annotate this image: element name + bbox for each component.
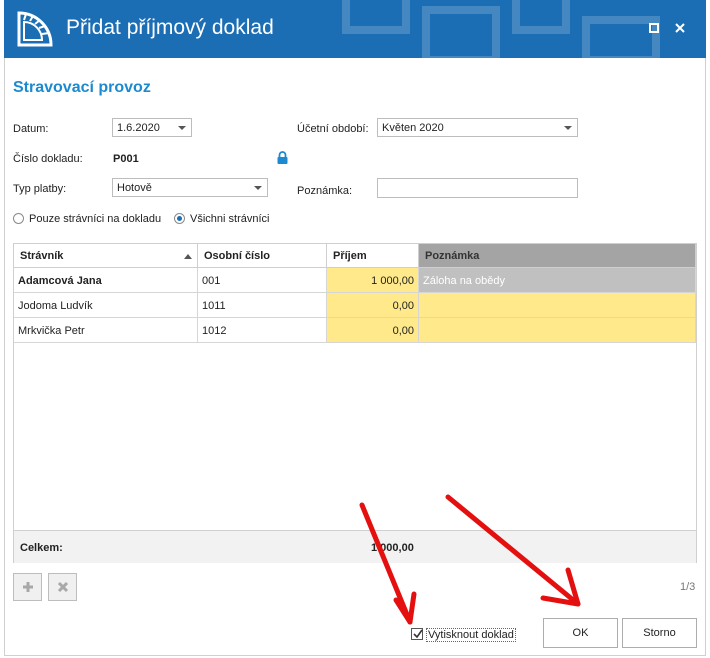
chevron-down-icon xyxy=(178,126,186,130)
checkmark-icon xyxy=(413,629,423,639)
chevron-down-icon xyxy=(254,186,262,190)
poznamka-label: Poznámka: xyxy=(297,185,353,197)
datum-label: Datum: xyxy=(13,123,49,135)
window-title: Přidat příjmový doklad xyxy=(66,16,274,39)
title-bar-pattern xyxy=(342,0,660,58)
close-icon xyxy=(675,23,685,33)
table-cell-cislo[interactable]: 1011 xyxy=(198,293,327,318)
datum-value: 1.6.2020 xyxy=(117,122,160,134)
section-title: Stravovací provoz xyxy=(13,79,151,96)
ok-button[interactable]: OK xyxy=(543,618,618,648)
table-cell-stravnik[interactable]: Mrkvička Petr xyxy=(14,318,198,343)
obdobi-combo[interactable]: Květen 2020 xyxy=(377,118,578,137)
table-cell-prijem[interactable]: 0,00 xyxy=(327,318,419,343)
total-label: Celkem: xyxy=(20,542,63,554)
add-row-button[interactable] xyxy=(13,573,42,601)
column-header-poznamka[interactable]: Poznámka xyxy=(419,244,696,268)
column-header-cislo[interactable]: Osobní číslo xyxy=(198,244,327,268)
cislo-value: P001 xyxy=(113,153,139,165)
table-cell-prijem[interactable]: 1 000,00 xyxy=(327,268,419,293)
table-cell-cislo[interactable]: 001 xyxy=(198,268,327,293)
sort-ascending-icon xyxy=(184,254,192,259)
column-header-prijem[interactable]: Příjem xyxy=(327,244,419,268)
radio-pouze[interactable] xyxy=(13,213,24,224)
pager: 1/3 xyxy=(680,581,696,593)
grid-footer: Celkem: 1 000,00 xyxy=(14,530,696,563)
chevron-down-icon xyxy=(564,126,572,130)
lock-icon[interactable] xyxy=(277,151,288,164)
delete-icon xyxy=(57,581,68,593)
poznamka-input[interactable] xyxy=(377,178,578,198)
print-checkbox[interactable] xyxy=(411,628,423,640)
table-cell-cislo[interactable]: 1012 xyxy=(198,318,327,343)
total-value: 1 000,00 xyxy=(371,542,414,554)
data-grid: Strávník Osobní číslo Příjem Poznámka Ad… xyxy=(13,243,697,563)
obdobi-value: Květen 2020 xyxy=(382,122,444,134)
maximize-icon xyxy=(649,23,659,33)
radio-vsichni[interactable] xyxy=(174,213,185,224)
print-checkbox-label[interactable]: Vytisknout doklad xyxy=(426,628,516,642)
table-cell-poznamka[interactable] xyxy=(419,293,696,318)
plus-icon xyxy=(22,582,33,592)
close-button[interactable] xyxy=(670,18,690,38)
storno-button[interactable]: Storno xyxy=(622,618,697,648)
cislo-label: Číslo dokladu: xyxy=(13,153,83,165)
typ-value: Hotově xyxy=(117,182,152,194)
table-cell-stravnik[interactable]: Adamcová Jana xyxy=(14,268,198,293)
table-cell-stravnik[interactable]: Jodoma Ludvík xyxy=(14,293,198,318)
radio-vsichni-label[interactable]: Všichni strávníci xyxy=(190,213,269,225)
maximize-button[interactable] xyxy=(644,18,664,38)
title-bar: Přidat příjmový doklad xyxy=(4,0,706,58)
column-header-label: Strávník xyxy=(20,250,64,262)
column-header-stravnik[interactable]: Strávník xyxy=(14,244,198,268)
obdobi-label: Účetní období: xyxy=(297,123,369,135)
datum-combo[interactable]: 1.6.2020 xyxy=(112,118,192,137)
table-cell-prijem[interactable]: 0,00 xyxy=(327,293,419,318)
table-cell-poznamka[interactable]: Záloha na obědy xyxy=(419,268,696,293)
typ-label: Typ platby: xyxy=(13,183,67,195)
radio-pouze-label[interactable]: Pouze strávníci na dokladu xyxy=(29,213,161,225)
typ-platby-combo[interactable]: Hotově xyxy=(112,178,268,197)
app-logo-icon xyxy=(17,11,53,47)
table-cell-poznamka[interactable] xyxy=(419,318,696,343)
remove-row-button[interactable] xyxy=(48,573,77,601)
